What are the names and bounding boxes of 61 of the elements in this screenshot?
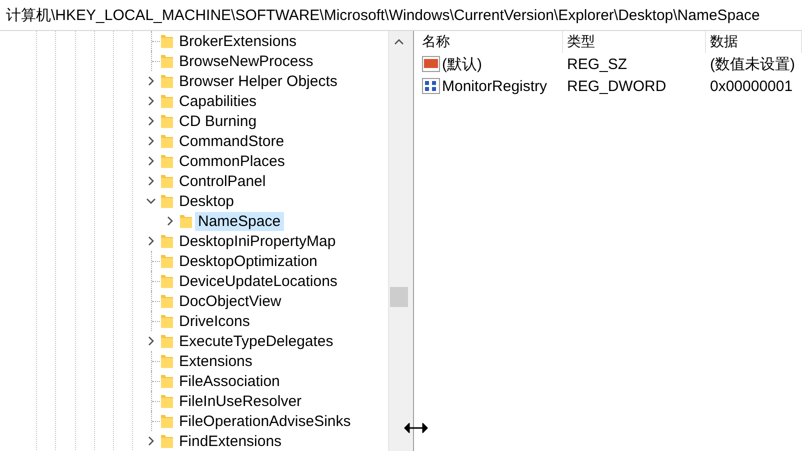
column-header[interactable]: 数据: [706, 31, 802, 53]
folder-icon: [160, 193, 174, 209]
folder-icon: [160, 113, 174, 129]
tree-item[interactable]: BrokerExtensions: [176, 32, 300, 50]
value-name[interactable]: MonitorRegistry: [442, 78, 548, 94]
tree-item[interactable]: NameSpace: [195, 212, 284, 230]
tree-item[interactable]: CD Burning: [176, 112, 260, 130]
value-data: (数值未设置): [710, 54, 795, 74]
scroll-up-icon[interactable]: [394, 38, 404, 46]
value-name[interactable]: (默认): [442, 54, 482, 74]
folder-icon: [160, 233, 174, 249]
folder-icon: [179, 213, 193, 229]
resize-cursor-icon: [404, 423, 428, 433]
column-header[interactable]: 类型: [563, 31, 706, 53]
folder-icon: [160, 153, 174, 169]
string-value-icon: [422, 56, 440, 72]
chevron-right-icon[interactable]: [146, 336, 156, 346]
folder-icon: [160, 413, 174, 429]
tree-item[interactable]: Desktop: [176, 192, 238, 210]
tree-item[interactable]: DriveIcons: [176, 312, 253, 330]
tree-item[interactable]: FileInUseResolver: [176, 392, 305, 410]
tree-item[interactable]: CommonPlaces: [176, 152, 288, 170]
address-bar[interactable]: 计算机\HKEY_LOCAL_MACHINE\SOFTWARE\Microsoft\Windows\CurrentVersion\Explorer\Desktop\NameSpace: [0, 0, 802, 31]
tree-item[interactable]: Browser Helper Objects: [176, 72, 340, 90]
folder-icon: [160, 433, 174, 449]
folder-icon: [160, 33, 174, 49]
tree-item[interactable]: BrowseNewProcess: [176, 52, 316, 70]
folder-icon: [160, 53, 174, 69]
column-header[interactable]: 名称: [418, 31, 563, 53]
folder-icon: [160, 373, 174, 389]
value-type: REG_DWORD: [567, 78, 666, 94]
tree-item[interactable]: Extensions: [176, 352, 256, 370]
chevron-down-icon[interactable]: [146, 196, 156, 206]
tree-item[interactable]: DeviceUpdateLocations: [176, 272, 340, 290]
tree-item[interactable]: ControlPanel: [176, 172, 269, 190]
folder-icon: [160, 93, 174, 109]
folder-icon: [160, 73, 174, 89]
tree-item[interactable]: Capabilities: [176, 92, 260, 110]
folder-icon: [160, 313, 174, 329]
scrollbar[interactable]: [388, 31, 409, 451]
folder-icon: [160, 273, 174, 289]
folder-icon: [160, 353, 174, 369]
scrollbar-thumb[interactable]: [390, 287, 408, 307]
tree-item[interactable]: CommandStore: [176, 132, 288, 150]
tree-item[interactable]: DesktopOptimization: [176, 252, 320, 270]
folder-icon: [160, 333, 174, 349]
tree-item[interactable]: DocObjectView: [176, 292, 284, 310]
tree-item[interactable]: FileAssociation: [176, 372, 283, 390]
chevron-right-icon[interactable]: [146, 436, 156, 446]
folder-icon: [160, 133, 174, 149]
tree-item[interactable]: DesktopIniPropertyMap: [176, 232, 339, 250]
tree-item[interactable]: FindExtensions: [176, 432, 285, 450]
folder-icon: [160, 173, 174, 189]
folder-icon: [160, 253, 174, 269]
folder-icon: [160, 393, 174, 409]
tree-item[interactable]: FileOperationAdviseSinks: [176, 412, 354, 430]
value-type: REG_SZ: [567, 56, 628, 72]
value-data: 0x00000001: [710, 78, 793, 94]
tree-item[interactable]: ExecuteTypeDelegates: [176, 332, 336, 350]
binary-value-icon: [422, 78, 440, 94]
folder-icon: [160, 293, 174, 309]
